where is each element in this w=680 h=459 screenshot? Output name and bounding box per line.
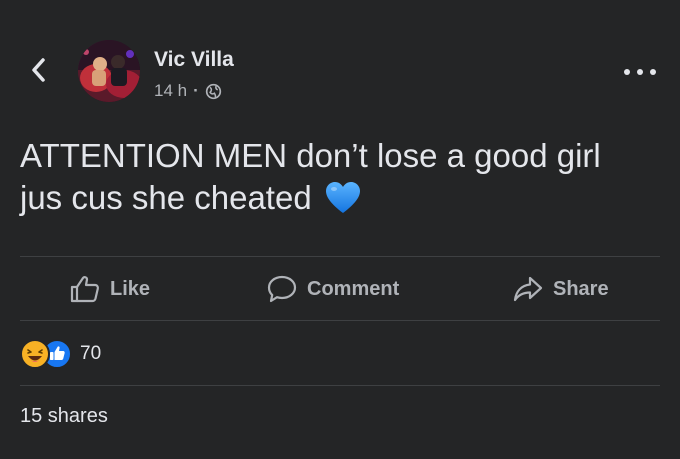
- avatar-photo: [78, 40, 140, 102]
- more-options-button[interactable]: [624, 62, 656, 82]
- divider: [20, 385, 660, 386]
- share-label: Share: [553, 277, 609, 300]
- share-button[interactable]: Share: [513, 258, 609, 320]
- thumbs-up-icon: [70, 276, 100, 303]
- like-label: Like: [110, 277, 151, 300]
- like-button[interactable]: Like: [70, 258, 150, 320]
- post-text-line: jus cus she cheated: [20, 179, 312, 216]
- shares-count[interactable]: 15 shares: [20, 405, 108, 428]
- comment-button[interactable]: Comment: [267, 258, 399, 320]
- comment-icon: [267, 275, 297, 303]
- post-text: ATTENTION MEN don’t lose a good girl jus…: [20, 135, 660, 219]
- back-button[interactable]: [24, 54, 52, 86]
- avatar[interactable]: [78, 40, 140, 102]
- chevron-left-icon: [32, 58, 45, 82]
- post-text-line-2: jus cus she cheated: [20, 177, 660, 219]
- divider: [20, 320, 660, 321]
- more-dot-icon: [637, 69, 643, 75]
- blue-heart-icon: [325, 182, 360, 213]
- post-meta: 14 h ·: [154, 81, 222, 101]
- action-bar: Like Comment Share: [20, 258, 660, 320]
- author-name[interactable]: Vic Villa: [154, 48, 234, 72]
- reaction-count: 70: [80, 343, 102, 364]
- share-arrow-icon: [513, 276, 543, 302]
- haha-reaction-icon: [20, 339, 50, 369]
- post-timestamp[interactable]: 14 h: [154, 81, 187, 101]
- divider: [20, 256, 660, 257]
- reactions-summary[interactable]: 70: [20, 339, 101, 369]
- globe-icon: [205, 83, 221, 99]
- post-text-line: ATTENTION MEN don’t lose a good girl: [20, 137, 601, 174]
- meta-separator: ·: [193, 81, 199, 100]
- more-dot-icon: [624, 69, 630, 75]
- comment-label: Comment: [307, 277, 400, 300]
- more-dot-icon: [650, 69, 656, 75]
